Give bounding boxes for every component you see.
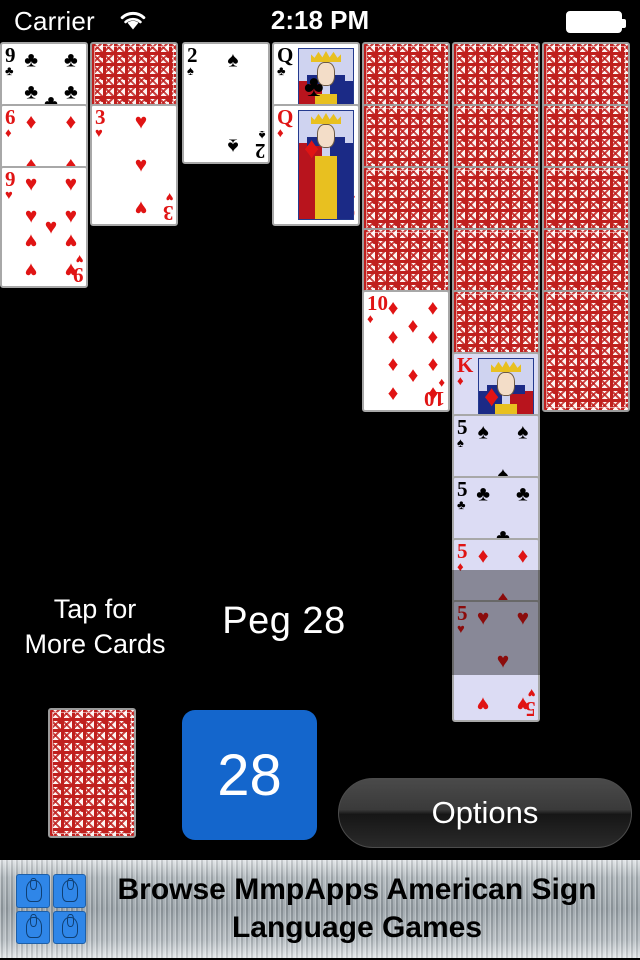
options-button-label: Options (431, 795, 539, 830)
card-pip-layout: ♠ ♠ (202, 46, 264, 160)
ad-text: Browse MmpApps American Sign Language Ga… (86, 871, 640, 947)
card-index-corner: Q♣ (277, 43, 294, 78)
card-suit-pip: ♥ (64, 204, 78, 228)
sign-language-tiles-icon (16, 874, 86, 944)
status-clock: 2:18 PM (270, 5, 370, 35)
card-suit-pip: ♣ (24, 48, 39, 72)
card-suit-pip: ♦ (477, 544, 489, 568)
card-suit-pip: ♦ (427, 325, 439, 349)
card-suit-pip: ♦ (25, 110, 37, 134)
card-suit-pip: ♥ (134, 196, 148, 220)
card-suit-pip: ♦ (387, 353, 399, 377)
card-Q-diamonds[interactable]: Q♦Q♦♦ (272, 104, 360, 226)
card-suit-pip: ♦ (427, 382, 439, 406)
card-index-corner: 9 ♥ (5, 167, 16, 202)
card-suit-pip: ♥ (64, 172, 78, 196)
sign-tile-3 (16, 910, 50, 944)
card-suit-pip: ♦ (387, 296, 399, 320)
card-suit-pip: ♥ (44, 215, 58, 239)
card-back-inset (52, 712, 132, 834)
card-suit-pip: ♠ (517, 420, 529, 444)
ad-text-line2: Language Games (231, 911, 483, 944)
card-suit-pip: ♥ (24, 172, 38, 196)
card-suit-pip: ♥ (134, 153, 148, 177)
card-suit-pip: ♣ (304, 70, 324, 103)
card-pip-layout: ♥ ♥ ♥ ♥ ♥ ♥ ♥ ♥ ♥ (20, 170, 82, 284)
card-suit-pip: ♠ (227, 134, 239, 158)
card-suit-pip: ♣ (63, 80, 78, 104)
card-pip-layout: ♦ ♦ ♦ ♦ ♦ ♦ ♦ ♦ ♦ ♦ (382, 294, 444, 408)
card-index-corner: 6♦ (5, 105, 16, 140)
card-suit-pip: ♥ (516, 692, 530, 716)
card-suit-pip: ♦ (304, 132, 320, 165)
card-suit-pip: ♥ (24, 229, 38, 253)
card-suit-pip: ♠ (477, 420, 489, 444)
card-suit-pip: ♦ (427, 296, 439, 320)
ad-banner[interactable]: Browse MmpApps American Sign Language Ga… (0, 858, 640, 960)
status-bar: Carrier 2:18 PM (0, 0, 640, 42)
remaining-count-value: 28 (217, 742, 282, 808)
court-card-art (298, 110, 354, 220)
card-suit-pip: ♦ (65, 110, 77, 134)
remaining-count-button[interactable]: 28 (182, 710, 317, 840)
card-suit-pip: ♣ (24, 80, 39, 104)
card-suit-pip: ♦ (407, 364, 419, 388)
tap-for-more-cards-label: Tap for More Cards (10, 592, 180, 662)
card-3-hearts[interactable]: 3 ♥ 3 ♥ ♥ ♥ ♥ (90, 104, 178, 226)
card-index-corner: K♦ (457, 353, 474, 388)
card-suit-pip: ♦ (484, 380, 500, 413)
card-index-corner: 2 ♠ (187, 43, 198, 78)
card-index-corner: 5♦ (457, 539, 468, 574)
card-suit-pip: ♥ (24, 204, 38, 228)
card-9-hearts[interactable]: 9 ♥ 9 ♥ ♥ ♥ ♥ ♥ ♥ ♥ ♥ ♥ ♥ (0, 166, 88, 288)
card-index-corner: 5♠ (457, 415, 468, 450)
card-suit-pip: ♣ (476, 482, 491, 506)
card-index-corner: 9♣ (5, 43, 16, 78)
card-suit-pip: ♥ (24, 258, 38, 282)
card-suit-pip: ♦ (387, 325, 399, 349)
card-index-corner: Q♦ (277, 105, 294, 140)
sign-tile-2 (52, 874, 86, 908)
card-suit-pip: ♣ (63, 48, 78, 72)
card-suit-pip: ♦ (517, 544, 529, 568)
card-pip-layout: ♥ ♥ ♥ (110, 108, 172, 222)
card-suit-pip: ♥ (64, 258, 78, 282)
card-10-diamonds[interactable]: 10 ♦ 10 ♦ ♦ ♦ ♦ ♦ ♦ ♦ ♦ ♦ ♦ ♦ (362, 290, 450, 412)
card-face-down[interactable] (542, 290, 630, 412)
card-suit-pip: ♠ (227, 48, 239, 72)
card-suit-pip: ♣ (515, 482, 530, 506)
tap-more-line2: More Cards (24, 629, 166, 659)
card-suit-pip: ♦ (427, 353, 439, 377)
card-back-inset (546, 294, 626, 408)
card-index-corner: 5♣ (457, 477, 468, 512)
options-button[interactable]: Options (338, 778, 632, 848)
card-index-corner: 3 ♥ (95, 105, 106, 140)
card-suit-pip: ♥ (476, 692, 490, 716)
sign-tile-4 (52, 910, 86, 944)
card-suit-pip: ♦ (407, 314, 419, 338)
sign-tile-1 (16, 874, 50, 908)
ad-text-line1: Browse MmpApps American Sign (117, 873, 597, 906)
tap-more-line1: Tap for (53, 594, 137, 624)
card-2-spades[interactable]: 2 ♠ 2 ♠ ♠ ♠ (182, 42, 270, 164)
card-suit-pip: ♥ (496, 649, 510, 673)
stock-deck-card[interactable] (48, 708, 136, 838)
card-suit-pip: ♦ (387, 382, 399, 406)
card-suit-pip: ♥ (64, 229, 78, 253)
battery-full-icon (566, 11, 626, 33)
card-suit-pip: ♥ (134, 110, 148, 134)
